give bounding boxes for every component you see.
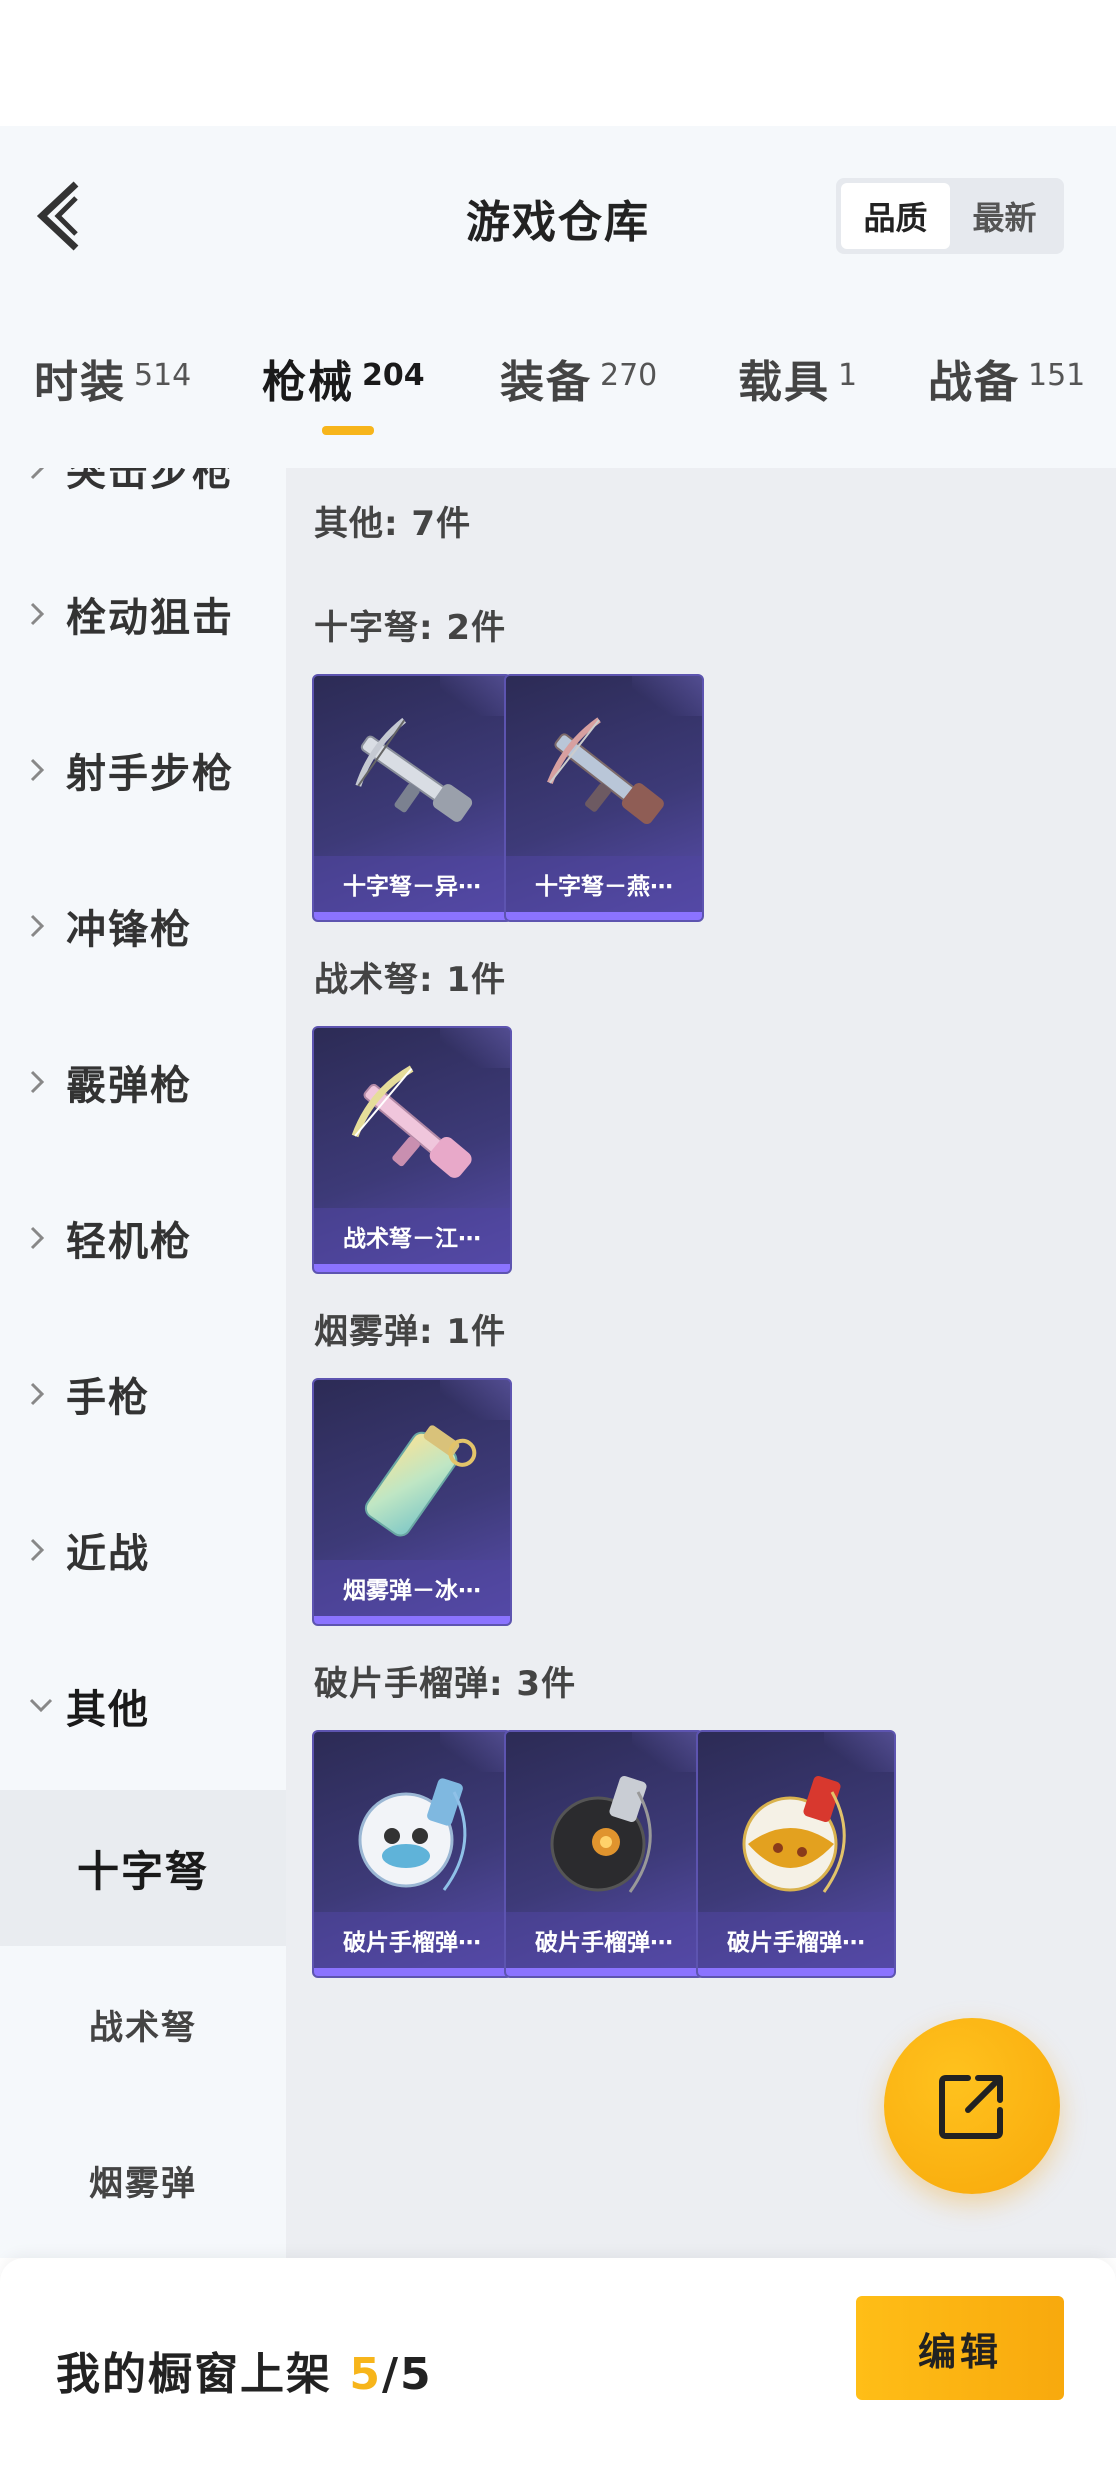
chevron-down-icon: [29, 1698, 53, 1713]
chevron-right-icon: [30, 1070, 45, 1094]
rarity-bar: [506, 912, 702, 920]
sidebar-item-smg[interactable]: 冲锋枪: [0, 848, 286, 1004]
rarity-bar: [698, 1968, 894, 1976]
tab-guns[interactable]: 枪械 204: [262, 346, 425, 416]
section-label-frag-grenade: 破片手榴弹: 3件: [314, 1664, 577, 1704]
chevron-right-icon: [30, 602, 45, 626]
item-card[interactable]: 破片手榴弹⋯: [504, 1730, 704, 1978]
sidebar-item-assault-rifle[interactable]: 突击步枪: [0, 468, 286, 546]
category-tabs: 时装 514 枪械 204 装备 270 载具 1 战备 151: [0, 306, 1116, 468]
section-label-crossbow: 十字弩: 2件: [314, 608, 507, 648]
sidebar-item-label: 突击步枪: [66, 468, 234, 495]
sort-quality-button[interactable]: 品质: [841, 183, 950, 249]
sidebar-subitem-crossbow[interactable]: 十字弩: [0, 1790, 286, 1946]
rarity-bar: [314, 1264, 510, 1272]
item-name: 破片手榴弹⋯: [698, 1912, 894, 1968]
chevron-right-icon: [30, 758, 45, 782]
item-name: 烟雾弹－冰⋯: [314, 1560, 510, 1616]
sidebar-item-label: 射手步枪: [66, 751, 234, 797]
sidebar-item-label: 手枪: [66, 1375, 150, 1421]
frag-grenade-icon: [358, 1778, 467, 1891]
sidebar-item-melee[interactable]: 近战: [0, 1472, 286, 1628]
rarity-bar: [314, 1968, 510, 1976]
item-card[interactable]: 烟雾弹－冰⋯: [312, 1378, 512, 1626]
sidebar-item-pistol[interactable]: 手枪: [0, 1316, 286, 1472]
section-label-smoke-grenade: 烟雾弹: 1件: [314, 1312, 507, 1352]
tactical-crossbow-icon: [351, 1065, 472, 1178]
showcase-status: 我的橱窗上架 5/5: [56, 2338, 433, 2402]
tab-count: 151: [1028, 358, 1086, 393]
tab-count: 514: [134, 358, 192, 393]
sidebar-item-marksman-rifle[interactable]: 射手步枪: [0, 692, 286, 848]
tab-label: 装备: [500, 357, 592, 408]
sidebar-item-label: 近战: [66, 1531, 150, 1577]
showcase-current-count: 5: [349, 2349, 382, 2400]
share-external-icon: [939, 2075, 1003, 2139]
item-grid-panel: 其他: 7件 十字弩: 2件 十字弩－异⋯ 十字弩－燕⋯ 战术弩: 1件 战术弩…: [286, 468, 1116, 2258]
tab-label: 枪械: [262, 357, 354, 408]
sort-toggle: 品质 最新: [836, 178, 1064, 254]
sidebar-item-other[interactable]: 其他: [0, 1628, 286, 1784]
crossbow-icon: [547, 717, 664, 825]
sidebar-item-label: 轻机枪: [66, 1219, 192, 1265]
item-card[interactable]: 战术弩－江⋯: [312, 1026, 512, 1274]
item-name: 破片手榴弹⋯: [314, 1912, 510, 1968]
header: 游戏仓库 品质 最新: [0, 126, 1116, 306]
item-card[interactable]: 破片手榴弹⋯: [312, 1730, 512, 1978]
sidebar-item-bolt-sniper[interactable]: 栓动狙击: [0, 536, 286, 692]
item-name: 破片手榴弹⋯: [506, 1912, 702, 1968]
rarity-bar: [314, 1616, 510, 1624]
frag-grenade-icon: [742, 1776, 846, 1893]
sidebar-subitem-tactical-crossbow[interactable]: 战术弩: [0, 1946, 286, 2102]
sidebar-item-label: 其他: [66, 1687, 150, 1733]
sidebar-item-label: 霰弹枪: [66, 1063, 192, 1109]
tab-equipment[interactable]: 装备 270: [500, 346, 657, 416]
section-label-tactical-crossbow: 战术弩: 1件: [314, 960, 507, 1000]
tab-label: 时装: [34, 357, 126, 408]
rarity-bar: [506, 1968, 702, 1976]
item-name: 十字弩－燕⋯: [506, 856, 702, 912]
tab-label: 战备: [928, 357, 1020, 408]
status-bar: [0, 0, 1116, 126]
item-name: 战术弩－江⋯: [314, 1208, 510, 1264]
tab-count: 204: [362, 358, 425, 393]
chevron-right-icon: [30, 914, 45, 938]
showcase-label: 我的橱窗上架: [56, 2349, 332, 2400]
item-card[interactable]: 十字弩－燕⋯: [504, 674, 704, 922]
sort-latest-button[interactable]: 最新: [950, 183, 1059, 249]
edit-button[interactable]: 编辑: [856, 2296, 1064, 2400]
tab-count: 270: [600, 358, 658, 393]
chevron-right-icon: [30, 1538, 45, 1562]
tab-gear[interactable]: 战备 151: [928, 346, 1085, 416]
share-button[interactable]: [884, 2018, 1060, 2194]
item-name: 十字弩－异⋯: [314, 856, 510, 912]
sidebar-item-label: 栓动狙击: [66, 595, 234, 641]
sidebar-item-label: 冲锋枪: [66, 907, 192, 953]
active-tab-indicator: [322, 426, 374, 435]
tab-count: 1: [838, 358, 858, 393]
rarity-bar: [314, 912, 510, 920]
bottom-bar: 我的橱窗上架 5/5 编辑: [0, 2258, 1116, 2484]
showcase-total-count: /5: [381, 2349, 433, 2400]
smoke-grenade-icon: [364, 1425, 477, 1537]
sidebar-item-lmg[interactable]: 轻机枪: [0, 1160, 286, 1316]
tab-label: 载具: [738, 357, 830, 408]
crossbow-icon: [355, 717, 473, 822]
category-summary: 其他: 7件: [314, 504, 472, 544]
chevron-right-icon: [30, 1382, 45, 1406]
chevron-right-icon: [30, 468, 45, 480]
tab-fashion[interactable]: 时装 514: [34, 346, 191, 416]
frag-grenade-icon: [550, 1776, 652, 1893]
sidebar-subitem-smoke-grenade[interactable]: 烟雾弹: [0, 2102, 286, 2258]
item-card[interactable]: 十字弩－异⋯: [312, 674, 512, 922]
item-card[interactable]: 破片手榴弹⋯: [696, 1730, 896, 1978]
tab-vehicles[interactable]: 载具 1: [738, 346, 857, 416]
sidebar: 突击步枪 栓动狙击 射手步枪 冲锋枪 霰弹枪 轻机枪 手枪 近战 其他 十字弩 …: [0, 468, 286, 2258]
sidebar-item-shotgun[interactable]: 霰弹枪: [0, 1004, 286, 1160]
chevron-right-icon: [30, 1226, 45, 1250]
